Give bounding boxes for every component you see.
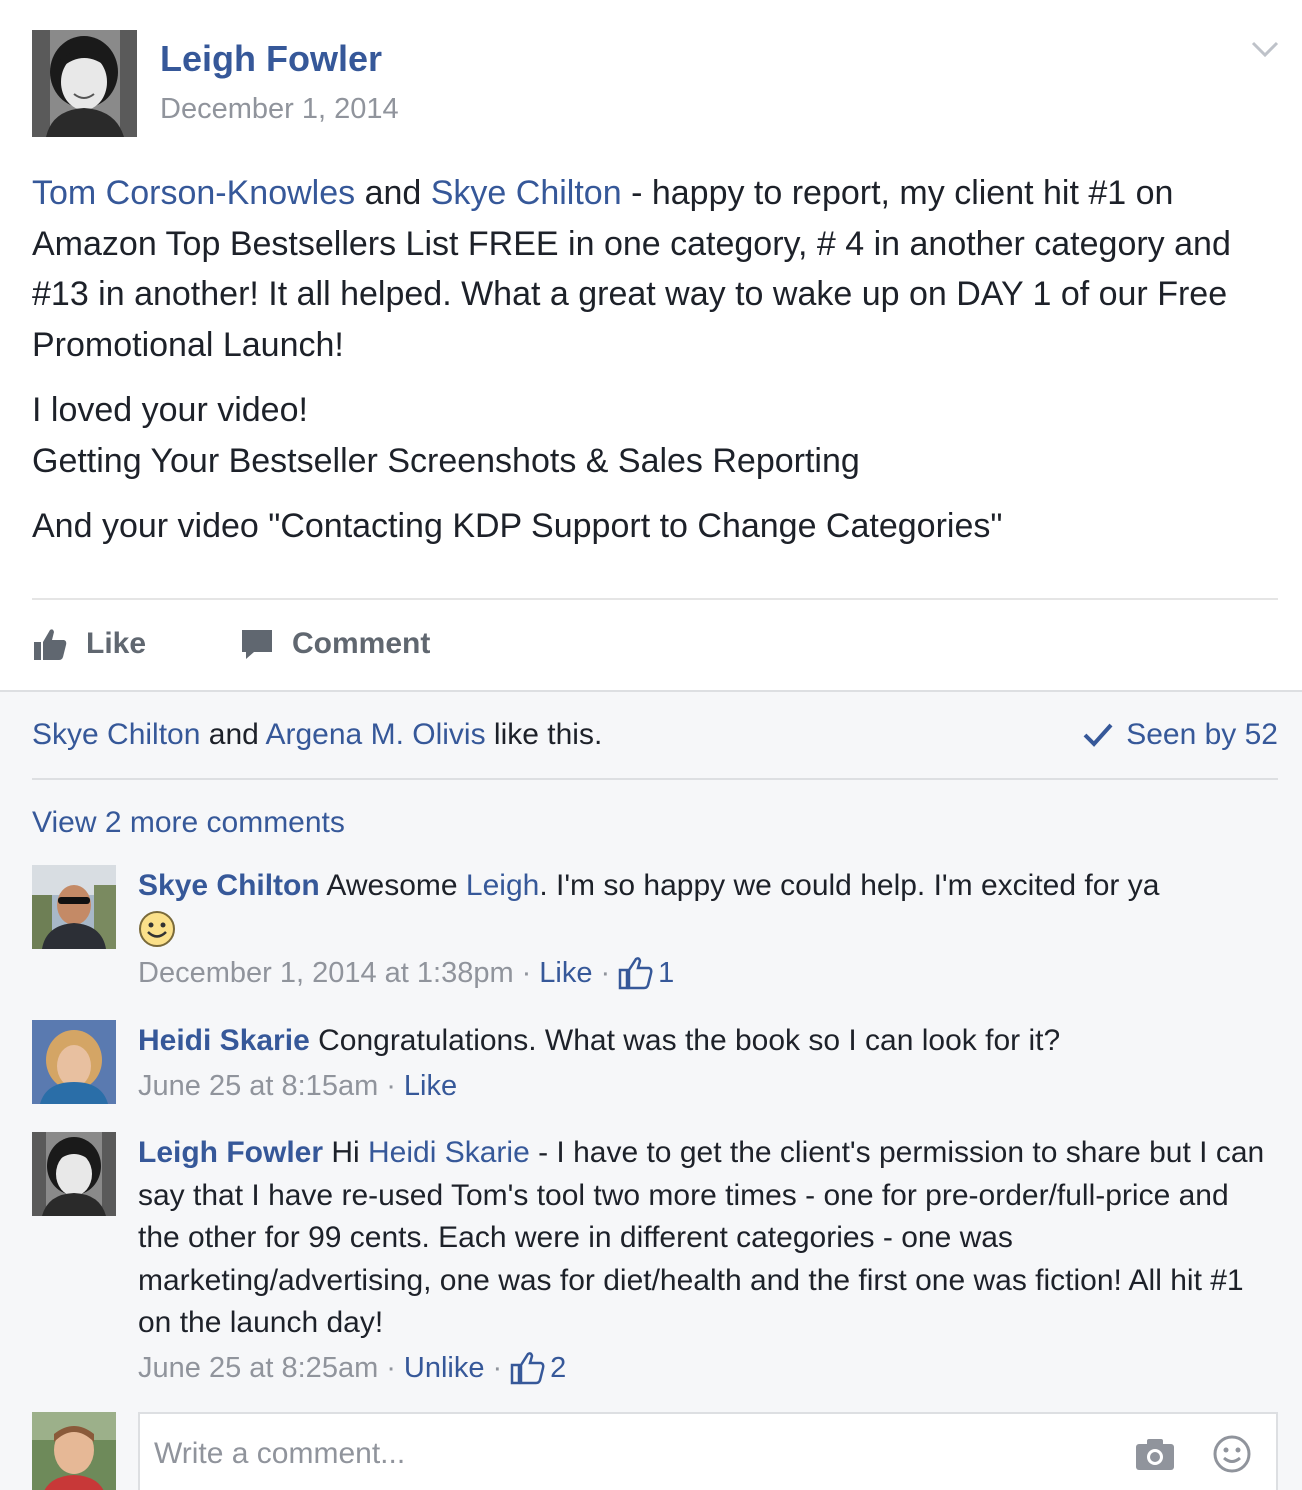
comment-meta: December 1, 2014 at 1:38pm · Like · 1 [138, 952, 1278, 995]
post-text-line: And your video "Contacting KDP Support t… [32, 507, 1003, 545]
checkmark-icon [1083, 723, 1113, 747]
divider [32, 598, 1278, 600]
comment-mention[interactable]: Leigh [466, 869, 539, 902]
comment-body: Leigh Fowler Hi Heidi Skarie - I have to… [138, 1132, 1278, 1389]
comment-button[interactable]: Comment [240, 622, 430, 666]
thumbs-up-icon [34, 629, 67, 660]
liker-link[interactable]: Skye Chilton [32, 718, 200, 751]
post-text-line: I loved your video! [32, 391, 308, 429]
like-count: 2 [550, 1351, 567, 1384]
comment-unlike-button[interactable]: Unlike [404, 1347, 485, 1390]
post-author-name[interactable]: Leigh Fowler [160, 38, 382, 80]
comment-like-button[interactable]: Like [539, 952, 592, 995]
comment-time[interactable]: June 25 at 8:15am [138, 1065, 378, 1108]
avatar[interactable] [32, 1020, 116, 1104]
smiley-icon[interactable] [1212, 1434, 1252, 1479]
avatar[interactable] [32, 1132, 116, 1216]
comment-time[interactable]: December 1, 2014 at 1:38pm [138, 952, 514, 995]
feedback-section: Skye Chilton and Argena M. Olivis like t… [0, 690, 1302, 1490]
comment-composer [32, 1412, 1282, 1490]
comment-author[interactable]: Heidi Skarie [138, 1024, 310, 1057]
comment-author[interactable]: Skye Chilton [138, 869, 320, 902]
comment-author[interactable]: Leigh Fowler [138, 1136, 323, 1169]
comment-time[interactable]: June 25 at 8:25am [138, 1347, 378, 1390]
like-label: Like [86, 627, 147, 660]
smiley-emoji-icon [139, 910, 175, 947]
divider [32, 778, 1278, 780]
comment-text: Awesome [319, 869, 466, 902]
post-card: Leigh Fowler December 1, 2014 Tom Corson… [0, 0, 1302, 690]
comment-body: Skye Chilton Awesome Leigh. I'm so happy… [138, 865, 1278, 994]
likes-and: and [200, 718, 266, 751]
post-text-line: Getting Your Bestseller Screenshots & Sa… [32, 441, 860, 480]
comment-like-count[interactable]: 2 [510, 1347, 566, 1390]
view-more-comments[interactable]: View 2 more comments [32, 806, 345, 840]
likes-summary: Skye Chilton and Argena M. Olivis like t… [32, 718, 602, 752]
like-count: 1 [658, 956, 675, 989]
camera-icon[interactable] [1134, 1436, 1176, 1477]
comment-text: Hi [323, 1136, 369, 1169]
liker-link[interactable]: Argena M. Olivis [266, 718, 486, 751]
comment-mention[interactable]: Heidi Skarie [368, 1136, 530, 1169]
comment-like-button[interactable]: Like [404, 1065, 457, 1108]
comment-text: . I'm so happy we could help. I'm excite… [539, 869, 1160, 902]
comment-like-count[interactable]: 1 [618, 952, 674, 995]
author-avatar[interactable] [32, 30, 137, 137]
comment-meta: June 25 at 8:25am · Unlike · 2 [138, 1347, 1278, 1390]
comment-label: Comment [292, 627, 431, 660]
mention-tom[interactable]: Tom Corson-Knowles [32, 174, 355, 212]
seen-by[interactable]: Seen by 52 [1082, 718, 1278, 752]
speech-bubble-icon [242, 630, 272, 659]
post-text-and: and [355, 174, 431, 212]
comment-input-box[interactable] [138, 1412, 1278, 1490]
avatar[interactable] [32, 865, 116, 949]
mention-skye[interactable]: Skye Chilton [431, 174, 622, 212]
likes-suffix: like this. [485, 718, 603, 751]
thumbs-up-icon [618, 956, 653, 989]
comment-input[interactable] [154, 1432, 1054, 1476]
chevron-down-icon[interactable] [1248, 34, 1282, 64]
like-button[interactable]: Like [32, 622, 146, 666]
comment-meta: June 25 at 8:15am · Like [138, 1065, 1278, 1108]
current-user-avatar[interactable] [32, 1412, 116, 1490]
post-timestamp[interactable]: December 1, 2014 [160, 93, 399, 126]
thumbs-up-icon [510, 1351, 545, 1384]
seen-label: Seen by 52 [1126, 718, 1278, 751]
post-text: Tom Corson-Knowles and Skye Chilton - ha… [32, 168, 1282, 567]
comment-text: Congratulations. What was the book so I … [309, 1024, 1061, 1057]
comment-body: Heidi Skarie Congratulations. What was t… [138, 1020, 1278, 1107]
